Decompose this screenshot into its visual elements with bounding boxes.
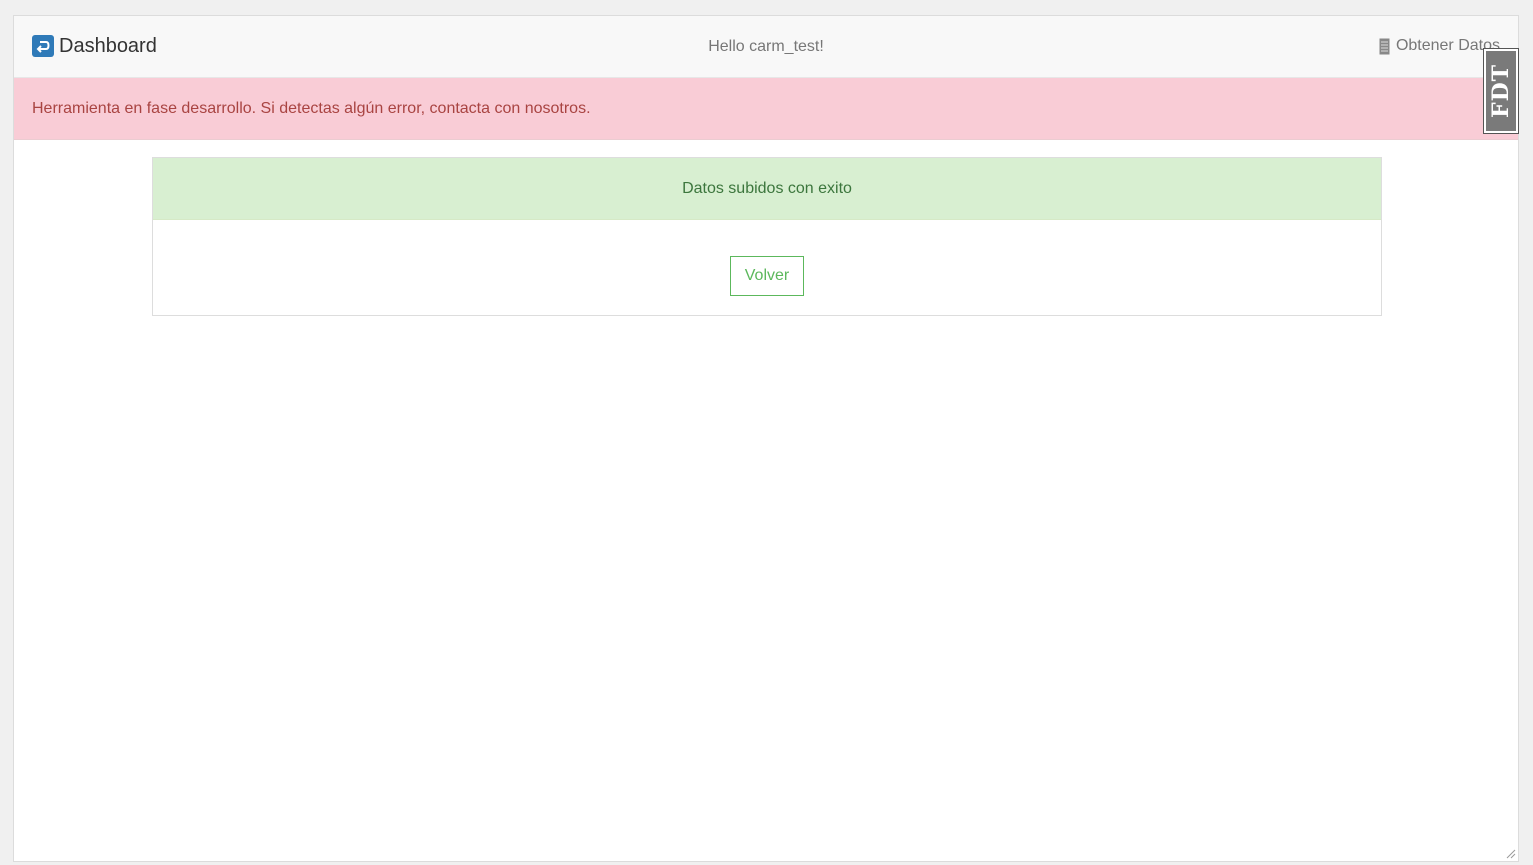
server-icon	[1379, 38, 1390, 55]
development-warning-alert: Herramienta en fase desarrollo. Si detec…	[14, 78, 1518, 140]
app-frame: Dashboard Hello carm_test! Obtener Datos…	[13, 15, 1519, 862]
obtener-datos-link[interactable]: Obtener Datos	[1379, 37, 1500, 55]
volver-button[interactable]: Volver	[730, 256, 804, 296]
resize-handle-icon[interactable]	[1504, 847, 1516, 859]
fdt-badge-label: FDT	[1488, 63, 1515, 119]
success-panel: Datos subidos con exito Volver	[152, 157, 1382, 316]
navbar: Dashboard Hello carm_test! Obtener Datos	[14, 16, 1518, 78]
alert-message: Herramienta en fase desarrollo. Si detec…	[32, 100, 591, 117]
greeting-text: Hello carm_test!	[708, 38, 824, 55]
fdt-badge[interactable]: FDT	[1483, 48, 1519, 134]
panel-heading: Datos subidos con exito	[153, 158, 1381, 220]
